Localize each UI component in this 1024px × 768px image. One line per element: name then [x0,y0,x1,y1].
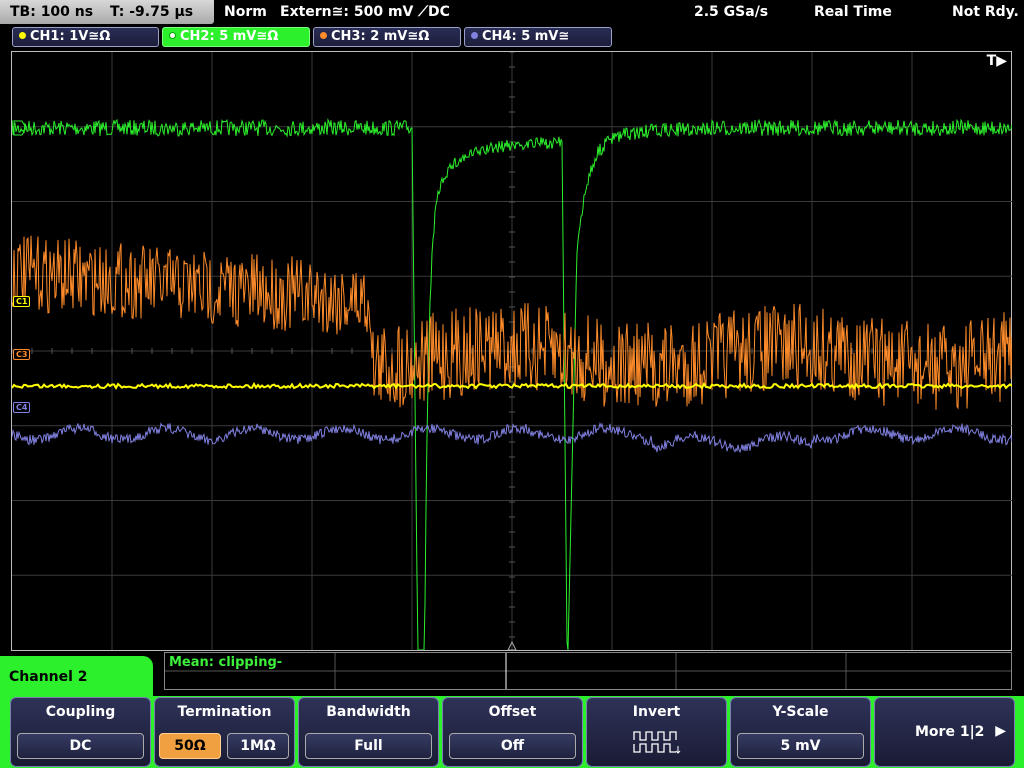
tab-ch2-label: CH2: 5 mV≅Ω [180,29,279,44]
ch1-color-dot [19,32,26,39]
graticule-ticks [12,52,993,638]
timebase-readout: TB: 100 ns [10,4,94,20]
more-softkey[interactable]: More 1|2 ▶ [874,697,1015,767]
timebase-box[interactable]: TB: 100 ns T: -9.75 µs [0,0,214,24]
status-bar: TB: 100 ns T: -9.75 µs Norm Extern≅: 500… [0,0,1024,25]
yscale-label: Y-Scale [772,704,829,720]
more-arrow-icon: ▶ [995,723,1006,739]
coupling-value[interactable]: DC [17,733,144,759]
trigger-position-flag[interactable]: T▶ [987,53,1007,69]
tab-ch3-label: CH3: 2 mV≅Ω [331,29,430,44]
waveform-canvas [12,52,1012,650]
termination-label: Termination [177,704,272,720]
yscale-value[interactable]: 5 mV [737,733,864,759]
yscale-softkey[interactable]: Y-Scale 5 mV [730,697,871,767]
more-label: More 1|2 [915,724,985,740]
coupling-label: Coupling [45,704,116,720]
ch3-offset-marker[interactable]: C3 [13,349,31,360]
ch1-offset-marker[interactable]: C1 [13,296,31,307]
offset-softkey[interactable]: Offset Off [442,697,583,767]
invert-softkey[interactable]: Invert [586,697,727,767]
invert-waveform-icon [633,731,681,754]
tab-ch3[interactable]: CH3: 2 mV≅Ω [313,27,461,47]
waveform-display[interactable]: T▶ C1 C3 C4 [11,51,1012,651]
invert-label: Invert [632,704,681,720]
menu-title: Channel 2 [0,656,153,698]
tab-ch1[interactable]: CH1: 1V≅Ω [12,27,159,47]
bandwidth-label: Bandwidth [326,704,411,720]
bandwidth-softkey[interactable]: Bandwidth Full [298,697,439,767]
tab-ch4[interactable]: CH4: 5 mV≅ [464,27,612,47]
ch3-color-dot [320,32,327,39]
trigger-source[interactable]: Extern≅: 500 mV ⟋DC [280,0,450,24]
ch4-color-dot [471,32,478,39]
offset-value[interactable]: Off [449,733,576,759]
ch4-offset-marker[interactable]: C4 [13,402,31,413]
acquisition-status: Not Rdy. [952,4,1019,20]
termination-50-ohm[interactable]: 50Ω [159,733,221,759]
termination-softkey[interactable]: Termination 50Ω 1MΩ [154,697,295,767]
measurement-grid [165,653,1011,689]
sample-rate: 2.5 GSa/s [694,4,769,20]
ch2-color-dot [169,32,176,39]
measurement-panel: Mean: clipping- [164,652,1012,690]
tab-ch2[interactable]: CH2: 5 mV≅Ω [162,27,310,47]
acquisition-mode: Real Time [814,4,892,20]
tab-ch4-label: CH4: 5 mV≅ [482,29,570,44]
termination-1m-ohm[interactable]: 1MΩ [227,733,289,759]
bandwidth-value[interactable]: Full [305,733,432,759]
coupling-softkey[interactable]: Coupling DC [10,697,151,767]
trigger-mode[interactable]: Norm [224,0,267,24]
measurement-mean: Mean: clipping- [169,655,283,670]
trigger-time-readout: T: -9.75 µs [109,4,194,20]
offset-label: Offset [488,704,537,720]
tab-ch1-label: CH1: 1V≅Ω [30,29,111,44]
channel-tab-row: CH1: 1V≅Ω CH2: 5 mV≅Ω CH3: 2 mV≅Ω CH4: 5… [0,26,1024,48]
